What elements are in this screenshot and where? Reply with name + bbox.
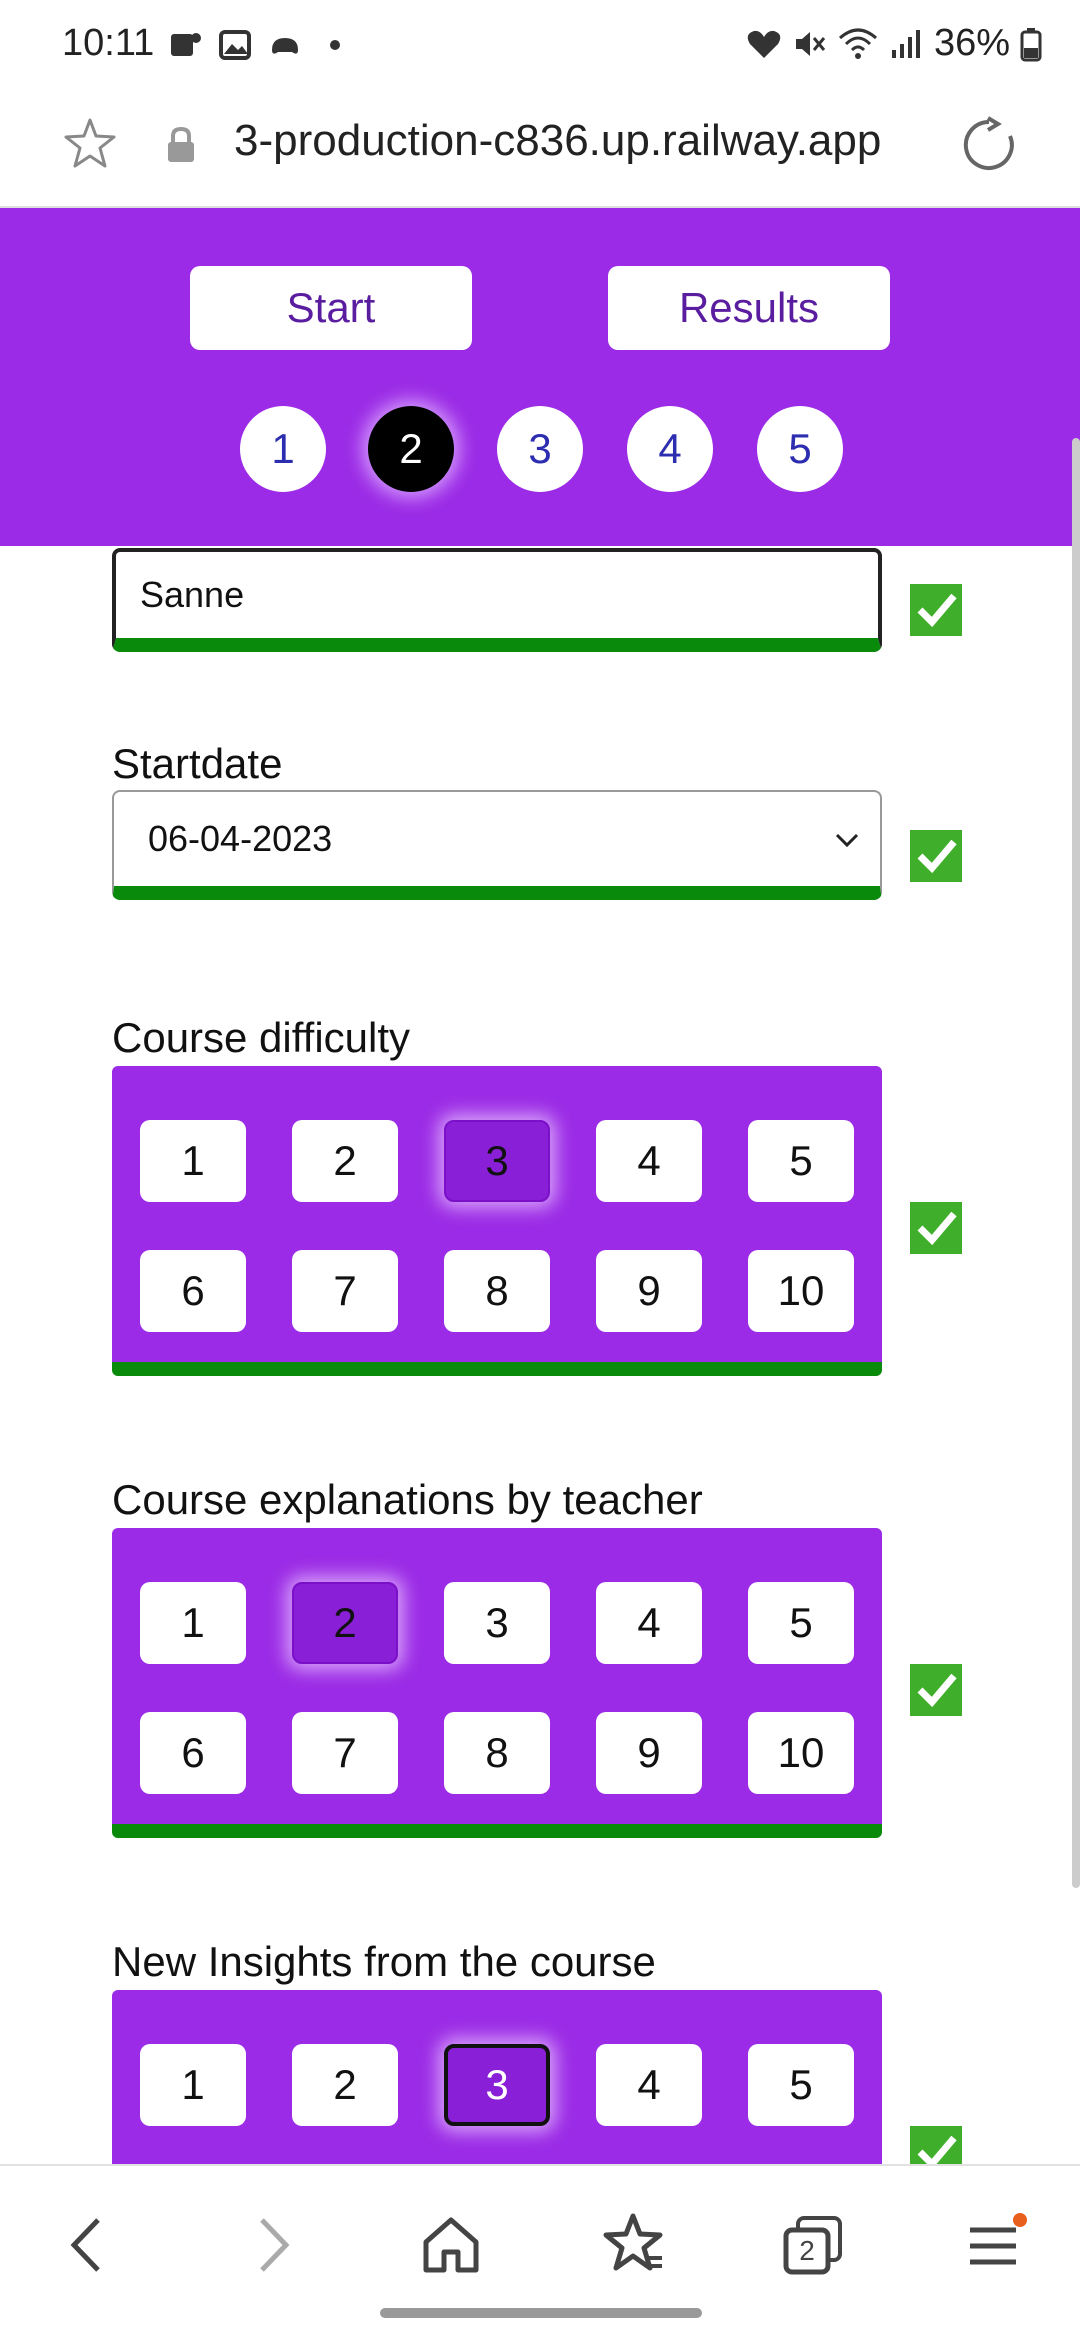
new-insights-label: New Insights from the course (112, 1938, 656, 1985)
startdate-select[interactable]: 06-04-2023 (112, 790, 882, 900)
step-4[interactable]: 4 (627, 406, 713, 492)
form-content: Sanne Startdate 06-04-2023 Course diffic… (0, 546, 1080, 2164)
gallery-icon (218, 28, 252, 62)
back-icon[interactable] (54, 2210, 124, 2280)
rating-option[interactable]: 9 (596, 1250, 702, 1332)
startdate-value: 06-04-2023 (148, 818, 333, 859)
chevron-down-icon (835, 833, 859, 848)
results-button[interactable]: Results (608, 266, 890, 350)
mute-icon (795, 31, 826, 56)
wifi-icon (838, 28, 877, 59)
rating-option[interactable]: 7 (292, 1250, 398, 1332)
check-icon (910, 1664, 962, 1716)
rating-option[interactable]: 5 (748, 1120, 854, 1202)
rating-option[interactable]: 2 (292, 2044, 398, 2126)
step-2-active[interactable]: 2 (368, 406, 454, 492)
course-explanations-group: 1 2 3 4 5 6 7 8 9 10 (112, 1528, 882, 1838)
notification-icons (168, 28, 352, 62)
rating-option[interactable]: 7 (292, 1712, 398, 1794)
startdate-label: Startdate (112, 740, 283, 787)
rating-option[interactable]: 2 (292, 1120, 398, 1202)
rating-option[interactable]: 6 (140, 1712, 246, 1794)
start-button[interactable]: Start (190, 266, 472, 350)
rating-option[interactable]: 4 (596, 1120, 702, 1202)
new-insights-group: 1 2 3 4 5 (112, 1990, 882, 2164)
home-icon[interactable] (416, 2210, 486, 2280)
rating-option[interactable]: 1 (140, 1582, 246, 1664)
step-3[interactable]: 3 (497, 406, 583, 492)
heart-icon (747, 30, 781, 58)
reload-icon[interactable] (958, 114, 1020, 176)
rating-option[interactable]: 8 (444, 1250, 550, 1332)
browser-url-bar: 3-production-c836.up.railway.app (0, 92, 1080, 208)
rating-option[interactable]: 1 (140, 1120, 246, 1202)
battery-percent: 36% (933, 22, 1010, 64)
rating-option[interactable]: 6 (140, 1250, 246, 1332)
battery-icon (1020, 27, 1042, 61)
forward-icon[interactable] (236, 2210, 306, 2280)
rating-option[interactable]: 4 (596, 1582, 702, 1664)
url-field[interactable]: 3-production-c836.up.railway.app (234, 116, 924, 166)
menu-icon[interactable] (958, 2210, 1028, 2280)
dot-icon (318, 28, 352, 62)
status-right: 36% (746, 22, 1042, 65)
tabs-button[interactable]: 2 (778, 2210, 848, 2280)
status-time: 10:11 (62, 22, 155, 64)
rating-option[interactable]: 9 (596, 1712, 702, 1794)
rating-option[interactable]: 5 (748, 2044, 854, 2126)
rating-option[interactable]: 4 (596, 2044, 702, 2126)
game-icon (268, 28, 302, 62)
check-icon (910, 830, 962, 882)
rating-option[interactable]: 1 (140, 2044, 246, 2126)
rating-option-selected[interactable]: 3 (444, 1120, 550, 1202)
name-field[interactable]: Sanne (112, 548, 882, 652)
step-1[interactable]: 1 (240, 406, 326, 492)
lock-icon (168, 126, 194, 162)
course-explanations-label: Course explanations by teacher (112, 1476, 703, 1523)
app-header: Start Results 1 2 3 4 5 (0, 208, 1080, 546)
rating-option-selected[interactable]: 3 (444, 2044, 550, 2126)
rating-option[interactable]: 8 (444, 1712, 550, 1794)
teams-icon (168, 28, 202, 62)
bookmark-star-icon[interactable] (60, 114, 120, 174)
step-5[interactable]: 5 (757, 406, 843, 492)
signal-icon (891, 29, 920, 58)
rating-option[interactable]: 10 (748, 1712, 854, 1794)
rating-option[interactable]: 10 (748, 1250, 854, 1332)
tab-count: 2 (799, 2235, 815, 2266)
check-icon (910, 1202, 962, 1254)
home-indicator[interactable] (380, 2308, 702, 2318)
course-difficulty-group: 1 2 3 4 5 6 7 8 9 10 (112, 1066, 882, 1376)
status-bar: 10:11 36% (0, 0, 1080, 92)
rating-option[interactable]: 3 (444, 1582, 550, 1664)
check-icon (910, 584, 962, 636)
rating-option-selected[interactable]: 2 (292, 1582, 398, 1664)
course-difficulty-label: Course difficulty (112, 1014, 411, 1061)
bookmarks-star-icon[interactable] (598, 2210, 668, 2280)
check-icon (910, 2126, 962, 2164)
rating-option[interactable]: 5 (748, 1582, 854, 1664)
